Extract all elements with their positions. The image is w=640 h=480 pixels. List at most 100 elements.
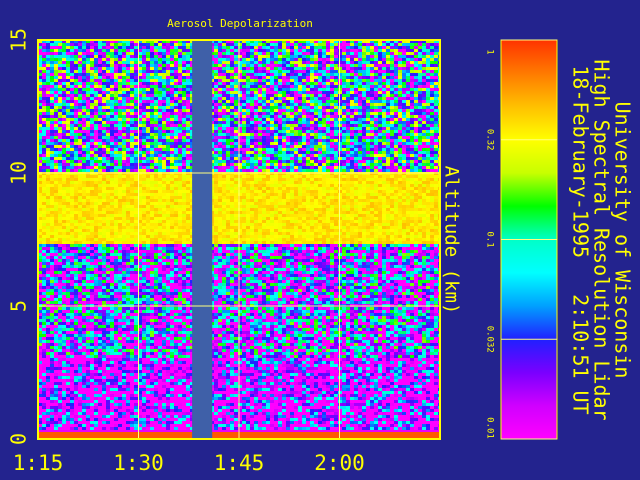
heatmap-cell: [414, 121, 418, 124]
heatmap-cell: [394, 109, 398, 112]
heatmap-cell: [158, 130, 162, 133]
heatmap-cell: [386, 43, 390, 46]
heatmap-cell: [170, 136, 174, 139]
heatmap-cell: [310, 46, 314, 49]
heatmap-cell: [46, 67, 50, 70]
heatmap-cell: [302, 148, 306, 151]
heatmap-cell: [150, 142, 154, 145]
heatmap-cell: [398, 76, 402, 79]
heatmap-cell: [302, 70, 306, 73]
heatmap-cell: [146, 79, 150, 82]
heatmap-cell: [186, 178, 190, 181]
heatmap-cell: [214, 154, 218, 157]
heatmap-cell: [70, 157, 74, 160]
heatmap-cell: [186, 46, 190, 49]
heatmap-cell: [362, 184, 366, 187]
heatmap-cell: [270, 121, 274, 124]
heatmap-cell: [46, 91, 50, 94]
heatmap-cell: [114, 64, 118, 67]
heatmap-cell: [94, 136, 98, 139]
heatmap-cell: [330, 100, 334, 103]
heatmap-cell: [422, 91, 426, 94]
heatmap-cell: [294, 151, 298, 154]
heatmap-cell: [142, 169, 146, 172]
heatmap-cell: [154, 100, 158, 103]
heatmap-cell: [294, 76, 298, 79]
heatmap-cell: [302, 52, 306, 55]
heatmap-cell: [434, 43, 438, 46]
heatmap-cell: [214, 106, 218, 109]
heatmap-cell: [406, 121, 410, 124]
heatmap-cell: [330, 145, 334, 148]
heatmap-cell: [406, 76, 410, 79]
heatmap-cell: [246, 151, 250, 154]
heatmap-cell: [314, 175, 318, 178]
heatmap-cell: [366, 127, 370, 130]
heatmap-cell: [174, 118, 178, 121]
heatmap-cell: [394, 97, 398, 100]
heatmap-cell: [54, 121, 58, 124]
heatmap-cell: [218, 76, 222, 79]
heatmap-cell: [94, 55, 98, 58]
heatmap-cell: [74, 106, 78, 109]
heatmap-cell: [274, 46, 278, 49]
heatmap-cell: [350, 181, 354, 184]
heatmap-cell: [106, 61, 110, 64]
heatmap-cell: [274, 166, 278, 169]
heatmap-cell: [358, 55, 362, 58]
heatmap-cell: [102, 124, 106, 127]
heatmap-cell: [50, 106, 54, 109]
heatmap-cell: [78, 85, 82, 88]
heatmap-cell: [130, 163, 134, 166]
heatmap-cell: [278, 184, 282, 187]
heatmap-cell: [246, 55, 250, 58]
heatmap-cell: [174, 181, 178, 184]
heatmap-cell: [186, 184, 190, 187]
heatmap-cell: [362, 148, 366, 151]
heatmap-cell: [334, 151, 338, 154]
heatmap-cell: [162, 103, 166, 106]
heatmap-cell: [426, 178, 430, 181]
heatmap-cell: [102, 85, 106, 88]
heatmap-cell: [386, 91, 390, 94]
heatmap-cell: [230, 115, 234, 118]
heatmap-cell: [126, 142, 130, 145]
heatmap-cell: [178, 70, 182, 73]
heatmap-cell: [70, 76, 74, 79]
heatmap-cell: [298, 169, 302, 172]
heatmap-cell: [270, 142, 274, 145]
heatmap-cell: [278, 64, 282, 67]
heatmap-cell: [142, 187, 146, 190]
heatmap-cell: [266, 58, 270, 61]
heatmap-cell: [110, 61, 114, 64]
heatmap-cell: [162, 136, 166, 139]
heatmap-cell: [390, 121, 394, 124]
heatmap-cell: [46, 181, 50, 184]
heatmap-cell: [178, 166, 182, 169]
heatmap-cell: [290, 118, 294, 121]
heatmap-cell: [142, 82, 146, 85]
heatmap-cell: [214, 94, 218, 97]
heatmap-cell: [286, 157, 290, 160]
heatmap-cell: [418, 154, 422, 157]
heatmap-cell: [90, 133, 94, 136]
heatmap-cell: [122, 49, 126, 52]
heatmap-cell: [406, 103, 410, 106]
heatmap-cell: [126, 88, 130, 91]
heatmap-cell: [270, 109, 274, 112]
heatmap-cell: [410, 112, 414, 115]
heatmap-cell: [414, 136, 418, 139]
heatmap-cell: [370, 136, 374, 139]
heatmap-cell: [134, 157, 138, 160]
heatmap-cell: [282, 166, 286, 169]
heatmap-cell: [86, 169, 90, 172]
heatmap-cell: [222, 151, 226, 154]
heatmap-cell: [322, 136, 326, 139]
heatmap-cell: [250, 127, 254, 130]
heatmap-cell: [366, 61, 370, 64]
heatmap-cell: [162, 187, 166, 190]
heatmap-cell: [214, 127, 218, 130]
heatmap-cell: [422, 61, 426, 64]
heatmap-cell: [386, 181, 390, 184]
heatmap-cell: [234, 139, 238, 142]
